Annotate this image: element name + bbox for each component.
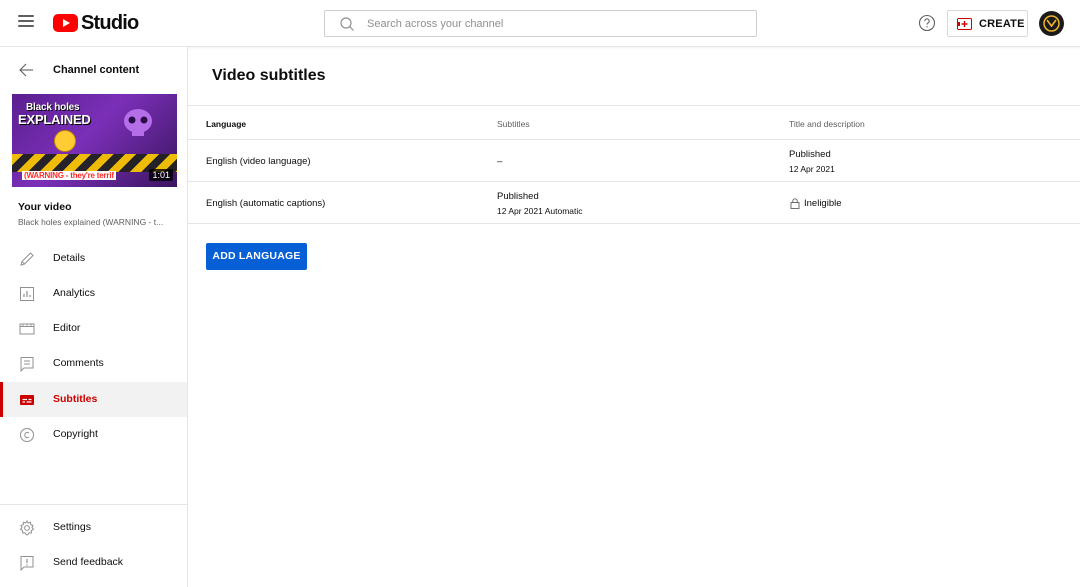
sidebar-item-label: Details [53,252,86,264]
sidebar-item-label: Send feedback [53,556,124,568]
arrow-left-icon [19,63,33,77]
editor-icon [19,323,35,335]
title-desc-status[interactable]: Published [789,149,831,160]
pencil-icon [20,252,34,266]
back-to-channel-content[interactable]: Channel content [0,55,187,85]
comments-icon [20,357,34,372]
sidebar-item-label: Copyright [53,428,98,440]
sidebar-item-settings[interactable]: Settings [0,510,187,545]
video-duration: 1:01 [149,169,173,181]
skull-icon [124,109,152,136]
page-title: Video subtitles [212,67,326,84]
sidebar-item-editor[interactable]: Editor [0,311,187,346]
subtitles-table: Language Subtitles Title and description… [188,106,1080,224]
title-desc-status: Ineligible [804,198,842,209]
sidebar-item-subtitles[interactable]: Subtitles [0,382,187,417]
title-desc-date: 12 Apr 2021 [789,164,835,174]
language-cell: English (video language) [206,156,311,167]
search-input[interactable] [367,17,747,30]
search-icon [340,16,354,31]
youtube-logo-icon [53,14,78,32]
thumbnail-warning-text: (WARNING - they're terrif [22,171,116,180]
your-video-label: Your video [18,201,72,213]
column-header-language: Language [206,119,247,129]
main-content: Video subtitles Language Subtitles Title… [188,47,1080,587]
analytics-icon [20,287,34,301]
subtitles-status[interactable]: – [497,156,502,167]
column-header-title-description: Title and description [789,119,865,129]
back-label: Channel content [53,64,140,76]
sidebar-item-label: Analytics [53,287,96,299]
channel-avatar-icon [1043,15,1060,32]
create-label: CREATE [979,17,1025,30]
create-button[interactable]: CREATE [947,10,1028,37]
menu-icon[interactable] [18,15,34,29]
sidebar-item-label: Editor [53,322,81,334]
sidebar-item-label: Settings [53,521,91,533]
sidebar-item-copyright[interactable]: Copyright [0,417,187,452]
logo-text: Studio [81,11,139,34]
sidebar-item-label: Comments [53,357,104,369]
sidebar-item-details[interactable]: Details [0,241,187,276]
copyright-icon [20,428,34,442]
add-language-button[interactable]: ADD LANGUAGE [206,243,307,270]
sidebar-item-analytics[interactable]: Analytics [0,276,187,311]
create-video-icon [957,17,972,30]
subtitles-status[interactable]: Published [497,191,539,202]
table-header: Language Subtitles Title and description [188,106,1080,140]
top-bar: Studio CREATE [0,0,1080,47]
search-bar[interactable] [324,10,757,37]
avatar[interactable] [1039,11,1064,36]
column-header-subtitles: Subtitles [497,119,530,129]
table-row[interactable]: English (video language) – Published 12 … [188,140,1080,182]
language-cell: English (automatic captions) [206,198,326,209]
studio-logo[interactable]: Studio [53,11,139,34]
video-thumbnail[interactable]: Black holes EXPLAINED (WARNING - they're… [12,94,177,187]
help-icon[interactable] [918,14,936,32]
sidebar-item-send-feedback[interactable]: Send feedback [0,545,187,580]
sidebar-item-label: Subtitles [53,393,98,405]
subtitles-icon [20,395,34,405]
subtitles-detail: 12 Apr 2021 Automatic [497,206,583,216]
shocked-emoji-icon [54,130,76,152]
sidebar-item-comments[interactable]: Comments [0,346,187,381]
video-title: Black holes explained (WARNING - t... [18,217,164,227]
table-row[interactable]: English (automatic captions) Published 1… [188,182,1080,224]
thumbnail-text-line2: EXPLAINED [18,112,91,127]
feedback-icon [20,556,34,571]
gear-icon [19,520,35,536]
lock-icon [790,198,800,209]
sidebar-divider [0,504,187,505]
sidebar: Channel content Black holes EXPLAINED (W… [0,47,188,587]
